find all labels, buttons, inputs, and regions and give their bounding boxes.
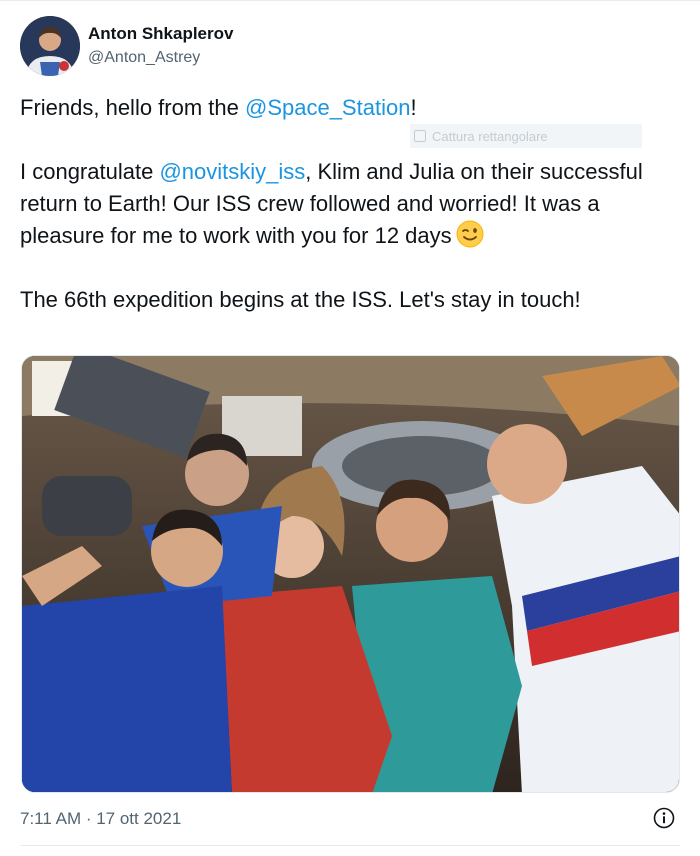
mention-space-station-link[interactable]: @Space_Station	[245, 95, 410, 120]
tweet-line-1-text: Friends, hello from the	[20, 95, 245, 120]
winking-face-emoji-icon	[456, 220, 484, 248]
author-display-name[interactable]: Anton Shkaplerov	[88, 23, 233, 45]
tweet-timestamp[interactable]: 7:11 AM · 17 ott 2021	[20, 808, 181, 830]
tweet-header: Anton Shkaplerov @Anton_Astrey	[20, 14, 233, 78]
author-handle[interactable]: @Anton_Astrey	[88, 47, 233, 69]
tweet-line-3: The 66th expedition begins at the ISS. L…	[20, 287, 581, 312]
rectangle-capture-icon	[414, 130, 426, 142]
author-avatar[interactable]	[20, 16, 80, 76]
tweet-line-1-end: !	[410, 95, 417, 120]
mention-novitskiy-link[interactable]: @novitskiy_iss	[159, 159, 305, 184]
ghost-capture-tooltip: Cattura rettangolare	[410, 124, 642, 148]
author-names: Anton Shkaplerov @Anton_Astrey	[88, 23, 233, 69]
tweet-line-2-text: I congratulate	[20, 159, 160, 184]
tweet-line-1: Friends, hello from the @Space_Station!	[20, 92, 680, 124]
top-divider	[0, 0, 700, 1]
tweet-line-2: I congratulate @novitskiy_iss, Klim and …	[20, 156, 680, 252]
info-icon[interactable]	[653, 807, 675, 829]
ghost-tooltip-label: Cattura rettangolare	[432, 128, 548, 144]
bottom-divider	[20, 845, 680, 846]
tweet-photo[interactable]	[21, 355, 680, 793]
